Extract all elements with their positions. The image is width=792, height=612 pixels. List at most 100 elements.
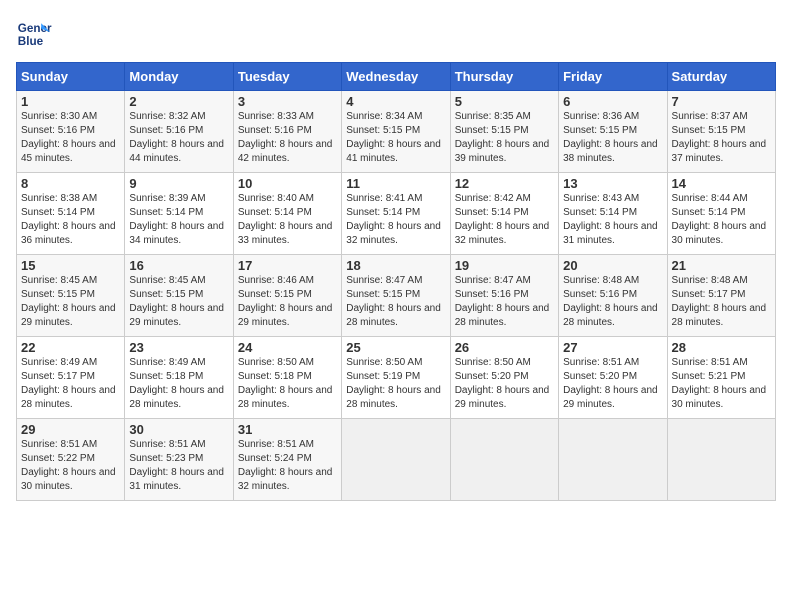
header-cell-tuesday: Tuesday bbox=[233, 63, 341, 91]
calendar-cell: 12 Sunrise: 8:42 AMSunset: 5:14 PMDayligh… bbox=[450, 173, 558, 255]
calendar-cell: 10 Sunrise: 8:40 AMSunset: 5:14 PMDayligh… bbox=[233, 173, 341, 255]
header-cell-thursday: Thursday bbox=[450, 63, 558, 91]
calendar-cell: 20Sunrise: 8:48 AMSunset: 5:16 PMDayligh… bbox=[559, 255, 667, 337]
calendar-cell bbox=[559, 419, 667, 501]
day-number: 27 bbox=[563, 340, 662, 355]
day-number: 26 bbox=[455, 340, 554, 355]
calendar-cell: 3 Sunrise: 8:33 AMSunset: 5:16 PMDaylight… bbox=[233, 91, 341, 173]
day-number: 30 bbox=[129, 422, 228, 437]
calendar-cell: 6 Sunrise: 8:36 AMSunset: 5:15 PMDaylight… bbox=[559, 91, 667, 173]
day-number: 19 bbox=[455, 258, 554, 273]
main-container: General Blue SundayMondayTuesdayWednesda… bbox=[0, 0, 792, 509]
cell-text: Sunrise: 8:37 AMSunset: 5:15 PMDaylight:… bbox=[672, 111, 767, 164]
calendar-cell: 18 Sunrise: 8:47 AMSunset: 5:15 PMDayligh… bbox=[342, 255, 450, 337]
day-number: 4 bbox=[346, 94, 445, 109]
cell-text: Sunrise: 8:33 AMSunset: 5:16 PMDaylight:… bbox=[238, 111, 333, 164]
calendar-cell: 4 Sunrise: 8:34 AMSunset: 5:15 PMDaylight… bbox=[342, 91, 450, 173]
calendar-cell: 8 Sunrise: 8:38 AMSunset: 5:14 PMDaylight… bbox=[17, 173, 125, 255]
cell-text: Sunrise: 8:46 AMSunset: 5:15 PMDaylight:… bbox=[238, 275, 333, 328]
day-number: 17 bbox=[238, 258, 337, 273]
calendar-cell: 16 Sunrise: 8:45 AMSunset: 5:15 PMDayligh… bbox=[125, 255, 233, 337]
week-row-3: 15 Sunrise: 8:45 AMSunset: 5:15 PMDayligh… bbox=[17, 255, 776, 337]
day-number: 3 bbox=[238, 94, 337, 109]
cell-text: Sunrise: 8:50 AMSunset: 5:18 PMDaylight:… bbox=[238, 357, 333, 410]
cell-text: Sunrise: 8:32 AMSunset: 5:16 PMDaylight:… bbox=[129, 111, 224, 164]
cell-text: Sunrise: 8:47 AMSunset: 5:16 PMDaylight:… bbox=[455, 275, 550, 328]
calendar-cell: 11Sunrise: 8:41 AMSunset: 5:14 PMDayligh… bbox=[342, 173, 450, 255]
day-number: 12 bbox=[455, 176, 554, 191]
day-number: 21 bbox=[672, 258, 771, 273]
cell-text: Sunrise: 8:40 AMSunset: 5:14 PMDaylight:… bbox=[238, 193, 333, 246]
calendar-cell: 28 Sunrise: 8:51 AMSunset: 5:21 PMDayligh… bbox=[667, 337, 775, 419]
cell-text: Sunrise: 8:38 AMSunset: 5:14 PMDaylight:… bbox=[21, 193, 116, 246]
day-number: 2 bbox=[129, 94, 228, 109]
cell-text: Sunrise: 8:36 AMSunset: 5:15 PMDaylight:… bbox=[563, 111, 658, 164]
svg-text:Blue: Blue bbox=[18, 35, 44, 48]
header-cell-wednesday: Wednesday bbox=[342, 63, 450, 91]
calendar-cell: 13Sunrise: 8:43 AMSunset: 5:14 PMDayligh… bbox=[559, 173, 667, 255]
calendar-cell: 26 Sunrise: 8:50 AMSunset: 5:20 PMDayligh… bbox=[450, 337, 558, 419]
calendar-cell: 29Sunrise: 8:51 AMSunset: 5:22 PMDayligh… bbox=[17, 419, 125, 501]
calendar-cell: 9 Sunrise: 8:39 AMSunset: 5:14 PMDaylight… bbox=[125, 173, 233, 255]
calendar-cell bbox=[667, 419, 775, 501]
day-number: 7 bbox=[672, 94, 771, 109]
calendar-cell: 17 Sunrise: 8:46 AMSunset: 5:15 PMDayligh… bbox=[233, 255, 341, 337]
day-number: 24 bbox=[238, 340, 337, 355]
week-row-2: 8 Sunrise: 8:38 AMSunset: 5:14 PMDaylight… bbox=[17, 173, 776, 255]
cell-text: Sunrise: 8:34 AMSunset: 5:15 PMDaylight:… bbox=[346, 111, 441, 164]
calendar-cell: 27 Sunrise: 8:51 AMSunset: 5:20 PMDayligh… bbox=[559, 337, 667, 419]
day-number: 13 bbox=[563, 176, 662, 191]
calendar-cell: 15Sunrise: 8:45 AMSunset: 5:15 PMDayligh… bbox=[17, 255, 125, 337]
calendar-cell: 31Sunrise: 8:51 AMSunset: 5:24 PMDayligh… bbox=[233, 419, 341, 501]
cell-text: Sunrise: 8:51 AMSunset: 5:23 PMDaylight:… bbox=[129, 439, 224, 492]
calendar-cell: 7 Sunrise: 8:37 AMSunset: 5:15 PMDaylight… bbox=[667, 91, 775, 173]
calendar-header-row: SundayMondayTuesdayWednesdayThursdayFrid… bbox=[17, 63, 776, 91]
week-row-5: 29Sunrise: 8:51 AMSunset: 5:22 PMDayligh… bbox=[17, 419, 776, 501]
day-number: 1 bbox=[21, 94, 120, 109]
cell-text: Sunrise: 8:42 AMSunset: 5:14 PMDaylight:… bbox=[455, 193, 550, 246]
day-number: 16 bbox=[129, 258, 228, 273]
calendar-cell: 5 Sunrise: 8:35 AMSunset: 5:15 PMDaylight… bbox=[450, 91, 558, 173]
cell-text: Sunrise: 8:47 AMSunset: 5:15 PMDaylight:… bbox=[346, 275, 441, 328]
cell-text: Sunrise: 8:50 AMSunset: 5:20 PMDaylight:… bbox=[455, 357, 550, 410]
calendar-body: 1 Sunrise: 8:30 AMSunset: 5:16 PMDaylight… bbox=[17, 91, 776, 501]
cell-text: Sunrise: 8:35 AMSunset: 5:15 PMDaylight:… bbox=[455, 111, 550, 164]
header-cell-monday: Monday bbox=[125, 63, 233, 91]
header-cell-sunday: Sunday bbox=[17, 63, 125, 91]
day-number: 5 bbox=[455, 94, 554, 109]
day-number: 15 bbox=[21, 258, 120, 273]
header: General Blue bbox=[16, 16, 776, 52]
day-number: 22 bbox=[21, 340, 120, 355]
day-number: 8 bbox=[21, 176, 120, 191]
cell-text: Sunrise: 8:48 AMSunset: 5:16 PMDaylight:… bbox=[563, 275, 658, 328]
calendar-cell: 22 Sunrise: 8:49 AMSunset: 5:17 PMDayligh… bbox=[17, 337, 125, 419]
logo-icon: General Blue bbox=[16, 16, 52, 52]
day-number: 29 bbox=[21, 422, 120, 437]
day-number: 10 bbox=[238, 176, 337, 191]
day-number: 18 bbox=[346, 258, 445, 273]
day-number: 25 bbox=[346, 340, 445, 355]
calendar-cell: 25Sunrise: 8:50 AMSunset: 5:19 PMDayligh… bbox=[342, 337, 450, 419]
day-number: 28 bbox=[672, 340, 771, 355]
cell-text: Sunrise: 8:49 AMSunset: 5:17 PMDaylight:… bbox=[21, 357, 116, 410]
day-number: 14 bbox=[672, 176, 771, 191]
cell-text: Sunrise: 8:45 AMSunset: 5:15 PMDaylight:… bbox=[129, 275, 224, 328]
cell-text: Sunrise: 8:39 AMSunset: 5:14 PMDaylight:… bbox=[129, 193, 224, 246]
header-cell-friday: Friday bbox=[559, 63, 667, 91]
calendar-cell: 23Sunrise: 8:49 AMSunset: 5:18 PMDayligh… bbox=[125, 337, 233, 419]
cell-text: Sunrise: 8:48 AMSunset: 5:17 PMDaylight:… bbox=[672, 275, 767, 328]
calendar-cell bbox=[450, 419, 558, 501]
week-row-1: 1 Sunrise: 8:30 AMSunset: 5:16 PMDaylight… bbox=[17, 91, 776, 173]
header-cell-saturday: Saturday bbox=[667, 63, 775, 91]
cell-text: Sunrise: 8:41 AMSunset: 5:14 PMDaylight:… bbox=[346, 193, 441, 246]
logo: General Blue bbox=[16, 16, 52, 52]
cell-text: Sunrise: 8:51 AMSunset: 5:21 PMDaylight:… bbox=[672, 357, 767, 410]
day-number: 31 bbox=[238, 422, 337, 437]
day-number: 23 bbox=[129, 340, 228, 355]
cell-text: Sunrise: 8:51 AMSunset: 5:20 PMDaylight:… bbox=[563, 357, 658, 410]
day-number: 9 bbox=[129, 176, 228, 191]
day-number: 6 bbox=[563, 94, 662, 109]
cell-text: Sunrise: 8:44 AMSunset: 5:14 PMDaylight:… bbox=[672, 193, 767, 246]
cell-text: Sunrise: 8:30 AMSunset: 5:16 PMDaylight:… bbox=[21, 111, 116, 164]
svg-text:General: General bbox=[18, 22, 52, 35]
